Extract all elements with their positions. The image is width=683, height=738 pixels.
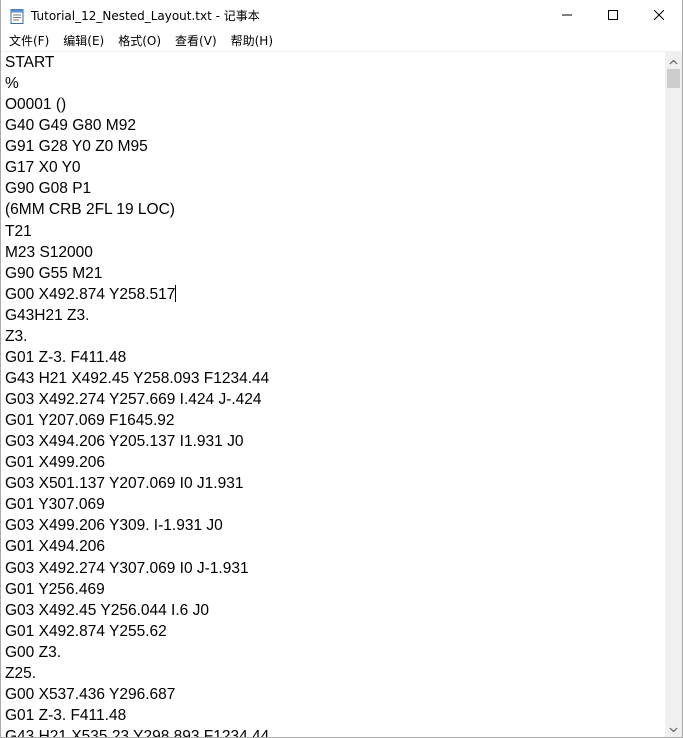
text-line: G40 G49 G80 M92 — [1, 115, 665, 136]
text-line: G01 Z-3. F411.48 — [1, 705, 665, 726]
window-title: Tutorial_12_Nested_Layout.txt - 记事本 — [31, 9, 260, 23]
text-line-content: G03 X494.206 Y205.137 I1.931 J0 — [5, 433, 244, 451]
text-line-content: G01 Y207.069 F1645.92 — [5, 412, 175, 430]
text-line: G43H21 Z3. — [1, 305, 665, 326]
minimize-button[interactable] — [544, 0, 590, 31]
text-line-content: START — [5, 54, 55, 71]
close-button[interactable] — [636, 0, 682, 31]
text-line-content: G03 X501.137 Y207.069 I0 J1.931 — [5, 475, 244, 493]
text-line: T21 — [1, 221, 665, 242]
text-line: G03 X492.274 Y257.669 I.424 J-.424 — [1, 389, 665, 410]
text-line: G43 H21 X492.45 Y258.093 F1234.44 — [1, 368, 665, 389]
text-line-content: G00 X537.436 Y296.687 — [5, 685, 176, 703]
text-line-content: G03 X499.206 Y309. I-1.931 J0 — [5, 517, 223, 535]
notepad-window: Tutorial_12_Nested_Layout.txt - 记事本 文件(F… — [0, 0, 683, 738]
text-line: G00 Z3. — [1, 642, 665, 663]
text-line-content: Z3. — [5, 327, 28, 345]
scroll-down-arrow-icon — [669, 720, 678, 738]
text-line: G01 X492.874 Y255.62 — [1, 621, 665, 642]
text-line-content: G01 X499.206 — [5, 454, 105, 472]
text-line-content: G01 Z-3. F411.48 — [5, 706, 127, 724]
text-line: G01 Y256.469 — [1, 579, 665, 600]
text-line-content: % — [5, 75, 19, 93]
scroll-up-button[interactable] — [665, 52, 682, 69]
text-line-content: Z25. — [5, 664, 37, 682]
text-line-content: (6MM CRB 2FL 19 LOC) — [5, 201, 175, 219]
scroll-thumb[interactable] — [667, 69, 680, 88]
text-line: G03 X494.206 Y205.137 I1.931 J0 — [1, 431, 665, 452]
text-line-content: G03 X492.274 Y257.669 I.424 J-.424 — [5, 391, 262, 408]
text-line: G03 X492.45 Y256.044 I.6 J0 — [1, 600, 665, 621]
text-line-content: G17 X0 Y0 — [5, 159, 81, 177]
menu-help[interactable]: 帮助(H) — [224, 31, 280, 51]
text-line-content: G43 H21 X492.45 Y258.093 F1234.44 — [5, 369, 270, 387]
text-line-content: G03 X492.45 Y256.044 I.6 J0 — [5, 601, 209, 619]
text-line-content: G91 G28 Y0 Z0 M95 — [5, 138, 148, 156]
text-line-content: G90 G08 P1 — [5, 180, 92, 198]
text-line: M23 S12000 — [1, 242, 665, 263]
close-icon — [653, 7, 665, 25]
text-line: G03 X492.274 Y307.069 I0 J-1.931 — [1, 558, 665, 579]
text-line-content: G43H21 Z3. — [5, 306, 90, 324]
text-line-content: M23 S12000 — [5, 243, 93, 261]
menu-file[interactable]: 文件(F) — [2, 31, 56, 51]
scroll-up-arrow-icon — [669, 52, 678, 70]
text-line: G01 Y307.069 — [1, 494, 665, 515]
scroll-down-button[interactable] — [665, 720, 682, 737]
text-line: G01 Z-3. F411.48 — [1, 347, 665, 368]
maximize-icon — [608, 7, 618, 25]
title-bar[interactable]: Tutorial_12_Nested_Layout.txt - 记事本 — [1, 0, 682, 31]
text-editor[interactable]: START% O0001 () G40 G49 G80 M92 G91 G28 Y0 … — [1, 52, 665, 737]
text-line: G91 G28 Y0 Z0 M95 — [1, 136, 665, 157]
text-line: Z25. — [1, 663, 665, 684]
text-line: G90 G08 P1 — [1, 178, 665, 199]
vertical-scrollbar[interactable] — [665, 52, 682, 737]
text-line: % — [1, 73, 665, 94]
text-line: G01 X494.206 — [1, 536, 665, 557]
notepad-icon[interactable] — [9, 8, 25, 24]
text-line-content: G01 Z-3. F411.48 — [5, 348, 127, 366]
menu-view[interactable]: 查看(V) — [168, 31, 224, 51]
text-line-content: G03 X492.274 Y307.069 I0 J-1.931 — [5, 559, 249, 577]
minimize-icon — [562, 7, 572, 25]
text-line-content: G43 H21 X535.23 Y298.893 F1234.44 — [5, 728, 270, 737]
text-line: G01 X499.206 — [1, 452, 665, 473]
text-line-content: G01 X492.874 Y255.62 — [5, 622, 167, 640]
text-line: O0001 () — [1, 94, 665, 115]
caption-buttons — [544, 0, 682, 31]
menu-edit[interactable]: 编辑(E) — [56, 31, 111, 51]
maximize-button[interactable] — [590, 0, 636, 31]
text-line-content: G01 X494.206 — [5, 538, 105, 556]
text-line-content: G00 X492.874 Y258.517 — [5, 285, 176, 303]
text-line-content: G00 Z3. — [5, 643, 61, 661]
text-line-content: G90 G55 M21 — [5, 264, 103, 282]
menu-format[interactable]: 格式(O) — [111, 31, 168, 51]
text-line: G00 X537.436 Y296.687 — [1, 684, 665, 705]
text-line: G03 X501.137 Y207.069 I0 J1.931 — [1, 473, 665, 494]
text-line: G03 X499.206 Y309. I-1.931 J0 — [1, 515, 665, 536]
menu-bar: 文件(F) 编辑(E) 格式(O) 查看(V) 帮助(H) — [1, 31, 682, 52]
text-line: G00 X492.874 Y258.517 — [1, 284, 665, 305]
text-line: G43 H21 X535.23 Y298.893 F1234.44 — [1, 726, 665, 737]
text-line: G01 Y207.069 F1645.92 — [1, 410, 665, 431]
text-line: Z3. — [1, 326, 665, 347]
text-caret — [175, 284, 177, 302]
text-line-content: G40 G49 G80 M92 — [5, 117, 136, 135]
text-line: G17 X0 Y0 — [1, 157, 665, 178]
text-line-content: T21 — [5, 222, 32, 240]
text-line-content: O0001 () — [5, 96, 67, 114]
text-line: START — [1, 52, 665, 73]
text-line: (6MM CRB 2FL 19 LOC) — [1, 199, 665, 220]
text-line-content: G01 Y307.069 — [5, 496, 105, 514]
text-line-content: G01 Y256.469 — [5, 580, 105, 598]
text-line: G90 G55 M21 — [1, 263, 665, 284]
